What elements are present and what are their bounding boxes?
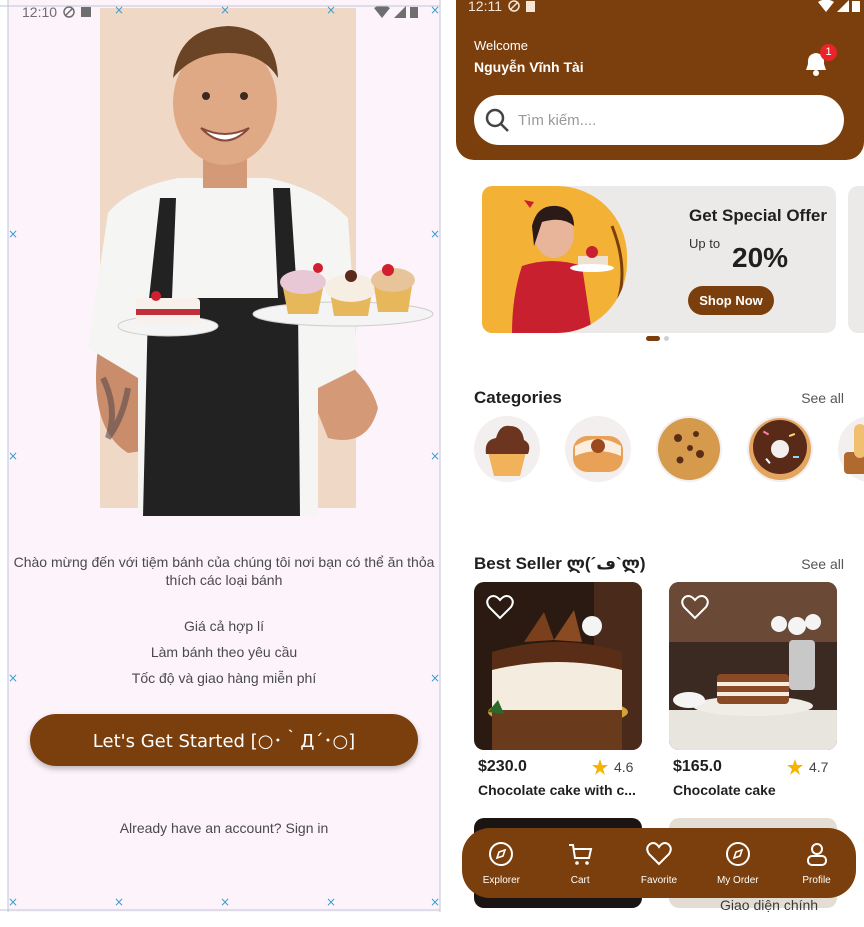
- status-time: 12:10: [22, 4, 58, 20]
- star-icon: [592, 759, 608, 775]
- bottom-navigation: Explorer Cart Favorite My Order Profile: [462, 828, 856, 898]
- cart-icon: [569, 843, 593, 865]
- sim-icon: [526, 0, 535, 12]
- shop-now-button[interactable]: Shop Now: [688, 286, 774, 315]
- cupcake-icon: [485, 425, 530, 476]
- cookie-icon: [658, 418, 720, 480]
- get-started-button[interactable]: Let's Get Started [○･｀Д´･○]: [30, 714, 418, 766]
- nav-label: Favorite: [640, 874, 678, 886]
- battery-icon: [852, 1, 860, 12]
- screen-caption: Giao diện chính: [720, 897, 819, 912]
- status-bar: 12:11: [468, 0, 535, 14]
- product-name[interactable]: Chocolate cake: [673, 782, 833, 798]
- nav-label: Profile: [802, 874, 831, 886]
- category-cinnamon-roll[interactable]: [565, 416, 631, 482]
- product-name[interactable]: Chocolate cake with c...: [478, 782, 642, 798]
- wifi-icon: [818, 0, 834, 12]
- compass-icon: [725, 841, 750, 866]
- categories-see-all[interactable]: See all: [801, 390, 844, 406]
- donut-icon: [749, 418, 811, 480]
- carousel-indicator: [646, 336, 669, 341]
- welcome-message: Chào mừng đến với tiệm bánh của chúng tô…: [13, 554, 435, 588]
- category-donut[interactable]: [747, 416, 813, 482]
- feature-item: Làm bánh theo yêu cầu: [150, 644, 298, 660]
- promo-title: Get Special Offer: [689, 206, 827, 225]
- baker-hero-image: [88, 8, 434, 516]
- carousel-dot: [664, 336, 669, 341]
- heart-icon: [646, 841, 672, 865]
- nav-profile[interactable]: Profile: [782, 841, 852, 886]
- nav-label: Explorer: [482, 874, 521, 886]
- status-icons: [818, 0, 860, 12]
- home-screen: 12:11 Welcome Nguyễn Vĩnh Tài 1 Tìm kiếm…: [456, 0, 864, 912]
- welcome-label: Welcome: [474, 38, 528, 53]
- feature-item: Tốc độ và giao hàng miễn phí: [131, 670, 317, 686]
- promo-banner[interactable]: Get Special Offer Up to 20% Shop Now: [482, 186, 836, 333]
- product-price: $165.0: [673, 758, 722, 775]
- profile-icon: [806, 842, 827, 866]
- nav-explorer[interactable]: Explorer: [466, 841, 536, 886]
- nav-my-order[interactable]: My Order: [703, 841, 773, 886]
- promo-percent: 20%: [732, 242, 789, 273]
- search-icon: [485, 108, 509, 132]
- notification-badge: 1: [820, 44, 837, 61]
- nav-label: Cart: [570, 874, 590, 886]
- cinnamon-roll-icon: [573, 436, 623, 472]
- woman-with-cake-image: [512, 200, 624, 333]
- favorite-heart-icon[interactable]: [486, 594, 514, 620]
- nav-label: My Order: [716, 874, 759, 886]
- search-input[interactable]: Tìm kiếm....: [518, 112, 596, 129]
- promo-image: [482, 186, 627, 333]
- product-card-image[interactable]: [474, 582, 642, 750]
- categories-title: Categories: [474, 388, 562, 407]
- promo-upto: Up to: [689, 236, 721, 251]
- user-name: Nguyễn Vĩnh Tài: [474, 59, 584, 75]
- dnd-icon: [508, 0, 520, 12]
- status-time: 12:11: [468, 0, 502, 14]
- compass-icon: [489, 841, 514, 866]
- nav-cart[interactable]: Cart: [545, 841, 615, 886]
- search-bar[interactable]: Tìm kiếm....: [474, 95, 844, 145]
- best-seller-title: Best Seller ლ(´ڡ`ლ): [474, 554, 646, 573]
- star-icon: [787, 759, 803, 775]
- onboarding-screen: 12:10 Chào mừng đến với tiệm bánh của ch…: [8, 0, 440, 912]
- category-bread[interactable]: [838, 416, 864, 482]
- nav-favorite[interactable]: Favorite: [624, 841, 694, 886]
- sign-in-link[interactable]: Already have an account? Sign in: [8, 820, 440, 836]
- feature-item: Giá cả hợp lí: [184, 618, 264, 634]
- header-card: 12:11 Welcome Nguyễn Vĩnh Tài 1 Tìm kiếm…: [456, 0, 864, 160]
- category-cookie[interactable]: [656, 416, 722, 482]
- rating-value: 4.6: [614, 759, 634, 775]
- product-card-image[interactable]: [669, 582, 837, 750]
- category-cupcake[interactable]: [474, 416, 540, 482]
- product-price: $230.0: [478, 758, 527, 775]
- rating-value: 4.7: [809, 759, 829, 775]
- best-seller-see-all[interactable]: See all: [801, 556, 844, 572]
- product-rating: 4.6: [592, 759, 633, 775]
- product-rating: 4.7: [787, 759, 828, 775]
- carousel-dot-active: [646, 336, 660, 341]
- signal-icon: [837, 0, 849, 12]
- bread-icon: [844, 424, 864, 474]
- favorite-heart-icon[interactable]: [681, 594, 709, 620]
- next-banner-peek[interactable]: [848, 186, 864, 333]
